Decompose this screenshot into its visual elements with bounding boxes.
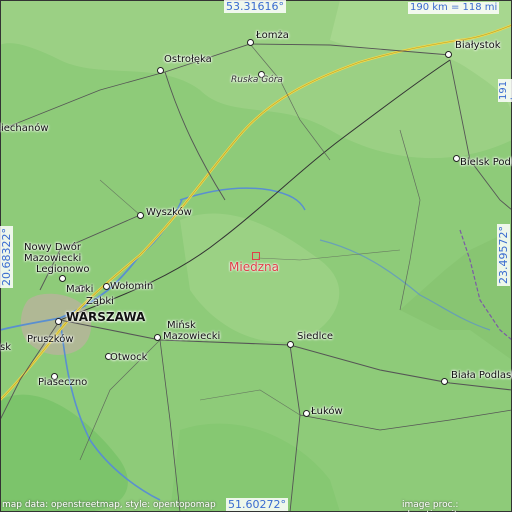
target-location-marker [252,252,260,260]
map-credit-left: map data: openstreetmap, style: opentopo… [2,500,216,510]
city-label-lukow: Łuków [311,406,343,417]
map-credit-right: image proc.: elevation.city [402,500,463,512]
vertical-scale-label: 191 km = 118 mi [498,78,512,102]
city-marker-bialystok [445,51,452,58]
city-label-bielsk: Bielsk Podlaski [460,157,512,168]
city-label-lomza: Łomża [256,30,289,41]
city-marker-ostroleka [157,67,164,74]
city-label-warszawa: WARSZAWA [66,310,146,324]
city-marker-lukow [303,410,310,417]
city-label-piaseczno: Piaseczno [38,377,88,388]
city-marker-wyszkow [137,212,144,219]
city-label-siedlce: Siedlce [297,331,334,342]
city-label-ostroleka: Ostrołęka [164,54,212,65]
city-label-wolomin: Wołomin [110,281,154,292]
city-label-ciechanow: Ciechanów [0,123,49,134]
city-label-otwock: Otwock [110,352,148,363]
city-marker-wolomin [103,283,110,290]
city-label-nowy-dwor-2: Mazowiecki [24,253,82,264]
city-label-ruska-gora: Ruska Góra [231,75,283,85]
city-label-pruszkow: Pruszków [27,334,74,345]
city-marker-lomza [247,39,254,46]
topographic-map: Ostrołęka Łomża Białystok Ruska Góra Cie… [0,0,512,512]
city-label-bialystok: Białystok [455,40,501,51]
city-marker-minsk [154,334,161,341]
city-label-minsk-2: Mazowiecki [163,331,221,342]
city-marker-warszawa [55,318,62,325]
city-label-nowy-dwor-1: Nowy Dwór [24,242,81,253]
city-label-legionowo: Legionowo [36,264,90,275]
right-longitude-label: 23.49572° [497,224,510,286]
target-location-label: Miedzna [229,260,279,274]
city-marker-siedlce [287,341,294,348]
city-marker-bielsk [453,155,460,162]
city-label-marki: Marki [66,284,94,295]
city-label-zabki: Ząbki [86,296,114,307]
city-label-minsk-1: Mińsk [167,320,196,331]
city-label-wyszkow: Wyszków [146,207,192,218]
city-marker-biala [441,378,448,385]
left-longitude-label: 20.68322° [0,226,13,288]
city-label-biala: Biała Podlaska [451,370,512,381]
city-marker-legionowo [59,275,66,282]
top-latitude-label: 53.31616° [224,0,286,13]
horizontal-scale-label: 190 km = 118 mi [408,2,500,14]
bottom-latitude-label: 51.60272° [226,498,288,511]
city-label-edge-sk: sk [0,342,12,353]
